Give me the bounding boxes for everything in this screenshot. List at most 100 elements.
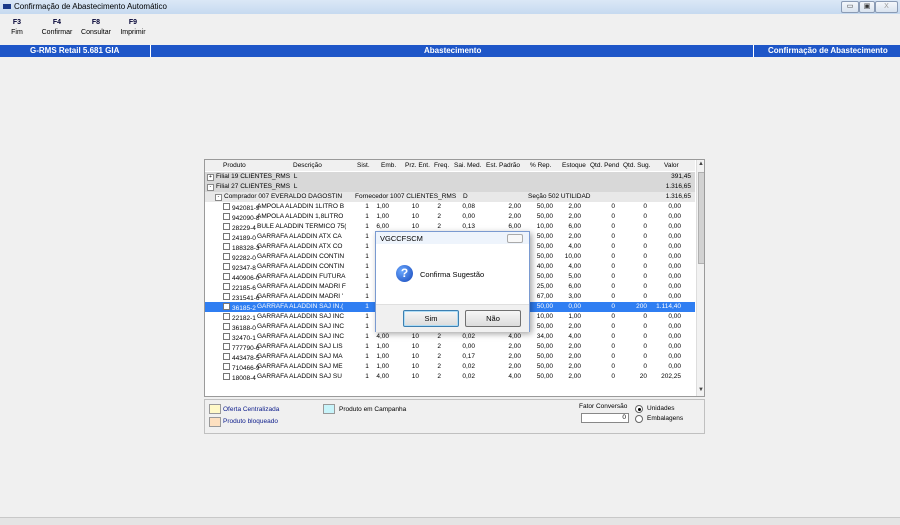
table-row[interactable]: 942090-8 AMPOLA ALADDIN 1,8LITRO 1 1,00 10 2 0… [205,212,695,222]
produto-cell: 32470-1 [223,333,256,342]
sist-cell: 1 [365,263,369,270]
col-header-est-padrao[interactable]: Est. Padrão [486,162,520,169]
row-checkbox[interactable] [223,223,230,230]
row-checkbox[interactable] [223,363,230,370]
row-checkbox[interactable] [223,293,230,300]
col-header-produto[interactable]: Produto [223,162,246,169]
maximize-button[interactable]: ▣ [859,1,875,13]
descricao-cell: GARRAFA ALADDIN MADRI ' [257,293,344,300]
row-checkbox[interactable] [223,373,230,380]
est-cell: 2,00 [508,203,521,210]
system-version: G-RMS Retail 5.681 GIA [30,46,120,55]
expand-toggle[interactable]: + [207,174,214,181]
group-name: Filial 27 CLIENTES_RMS [216,183,291,190]
row-checkbox[interactable] [223,203,230,210]
est-cell: 6,00 [508,223,521,230]
row-checkbox[interactable] [223,243,230,250]
oferta-swatch [209,404,221,414]
estoque-cell: 6,00 [568,223,581,230]
group-label: - Filial 27 CLIENTES_RMS L [207,183,297,191]
row-checkbox[interactable] [223,263,230,270]
group-row-filial-19[interactable]: + Filial 19 CLIENTES_RMS L 391,45 [205,172,695,182]
confirm-dialog: VGCCFSCM ? Confirma Sugestão Sim Não [375,231,530,332]
screen-name: Confirmação de Abastecimento [768,46,888,55]
table-row[interactable]: 710466-9 GARRAFA ALADDIN SAJ ME 1 1,00 10 2 0,… [205,362,695,372]
row-checkbox[interactable] [223,233,230,240]
col-header-rep[interactable]: % Rep. [530,162,551,169]
col-header-descricao[interactable]: Descrição [293,162,322,169]
produto-code: 36188-0 [232,325,256,332]
estoque-cell: 4,00 [568,243,581,250]
row-checkbox[interactable] [223,283,230,290]
scroll-up-icon[interactable]: ▲ [698,161,704,167]
imprimir-button[interactable]: F9 Imprimir [118,19,148,36]
collapse-toggle[interactable]: - [207,184,214,191]
subgroup-row-comprador[interactable]: - Comprador 007 EVERALDO DAGOSTIN Fornece… [205,192,695,202]
col-header-sai-med[interactable]: Sai. Med. [454,162,481,169]
estoque-cell: 2,00 [568,213,581,220]
group-valor: 391,45 [671,173,691,180]
estoque-cell: 2,00 [568,233,581,240]
row-checkbox[interactable] [223,343,230,350]
nao-button[interactable]: Não [465,310,521,327]
row-checkbox[interactable] [223,253,230,260]
valor-cell: 0,00 [668,363,681,370]
row-checkbox[interactable] [223,323,230,330]
row-checkbox[interactable] [223,353,230,360]
descricao-cell: GARRAFA ALADDIN SAJ INC [257,313,345,320]
estoque-cell: 3,00 [568,293,581,300]
collapse-toggle[interactable]: - [215,194,222,201]
row-checkbox[interactable] [223,333,230,340]
produto-code: 710466-9 [232,365,260,372]
rep-cell: 10,00 [536,223,553,230]
table-row[interactable]: 777790-6 GARRAFA ALADDIN SAJ LIS 1 1,00 10 2 0… [205,342,695,352]
produto-code: 231541-6 [232,295,260,302]
col-header-prz-ent[interactable]: Prz. Ent. [405,162,430,169]
oferta-label: Oferta Centralizada [223,406,280,413]
sist-cell: 1 [365,293,369,300]
descricao-cell: GARRAFA ALADDIN SAJ INC [257,333,345,340]
fator-conversao-input[interactable]: 0 [581,413,629,423]
emb-cell: 4,00 [376,373,389,380]
table-row[interactable]: 18008-4 GARRAFA ALADDIN SAJ SU 1 4,00 10 2 0,0… [205,372,695,382]
confirmar-button[interactable]: F4 Confirmar [40,19,74,36]
group-row-filial-27[interactable]: - Filial 27 CLIENTES_RMS L 1.316,65 [205,182,695,192]
valor-cell: 0,00 [668,283,681,290]
col-header-emb[interactable]: Emb. [381,162,396,169]
col-header-sist[interactable]: Sist. [357,162,370,169]
embalagens-radio[interactable] [635,415,643,423]
col-header-estoque[interactable]: Estoque [562,162,586,169]
group-label: + Filial 19 CLIENTES_RMS L [207,173,297,181]
row-checkbox[interactable] [223,213,230,220]
dialog-button-bar: Sim Não [376,304,529,332]
col-header-qtd-sug[interactable]: Qtd. Sug. [623,162,650,169]
unidades-label: Unidades [647,405,675,412]
row-checkbox[interactable] [223,313,230,320]
row-checkbox[interactable] [223,273,230,280]
table-row[interactable]: 443478-5 GARRAFA ALADDIN SAJ MA 1 1,00 10 2 0,… [205,352,695,362]
close-button[interactable]: X [875,1,898,13]
dialog-close-button[interactable] [507,234,523,243]
est-cell: 4,00 [508,373,521,380]
unidades-radio[interactable] [635,405,643,413]
produto-code: 942081-9 [232,205,260,212]
sug-cell: 0 [643,233,647,240]
sim-button[interactable]: Sim [403,310,459,327]
col-header-valor[interactable]: Valor [664,162,679,169]
col-header-qtd-pend[interactable]: Qtd. Pend [590,162,619,169]
valor-cell: 0,00 [668,353,681,360]
estoque-cell: 0,00 [568,303,581,310]
scroll-down-icon[interactable]: ▼ [698,387,704,393]
fim-key: F3 [12,19,22,26]
fim-button[interactable]: F3 Fim [10,19,24,36]
scroll-thumb[interactable] [698,172,704,264]
col-header-freq[interactable]: Freq. [434,162,449,169]
freq-cell: 2 [437,213,441,220]
minimize-button[interactable]: ▭ [841,1,859,13]
row-checkbox[interactable] [223,303,230,310]
table-row[interactable]: 942081-9 AMPOLA ALADDIN 1LITRO B 1 1,00 10 2 0… [205,202,695,212]
table-row[interactable]: 32470-1 GARRAFA ALADDIN SAJ INC 1 4,00 10 2 0,… [205,332,695,342]
pend-cell: 0 [611,293,615,300]
consultar-button[interactable]: F8 Consultar [79,19,113,36]
vertical-scrollbar[interactable]: ▲ ▼ [696,160,704,396]
